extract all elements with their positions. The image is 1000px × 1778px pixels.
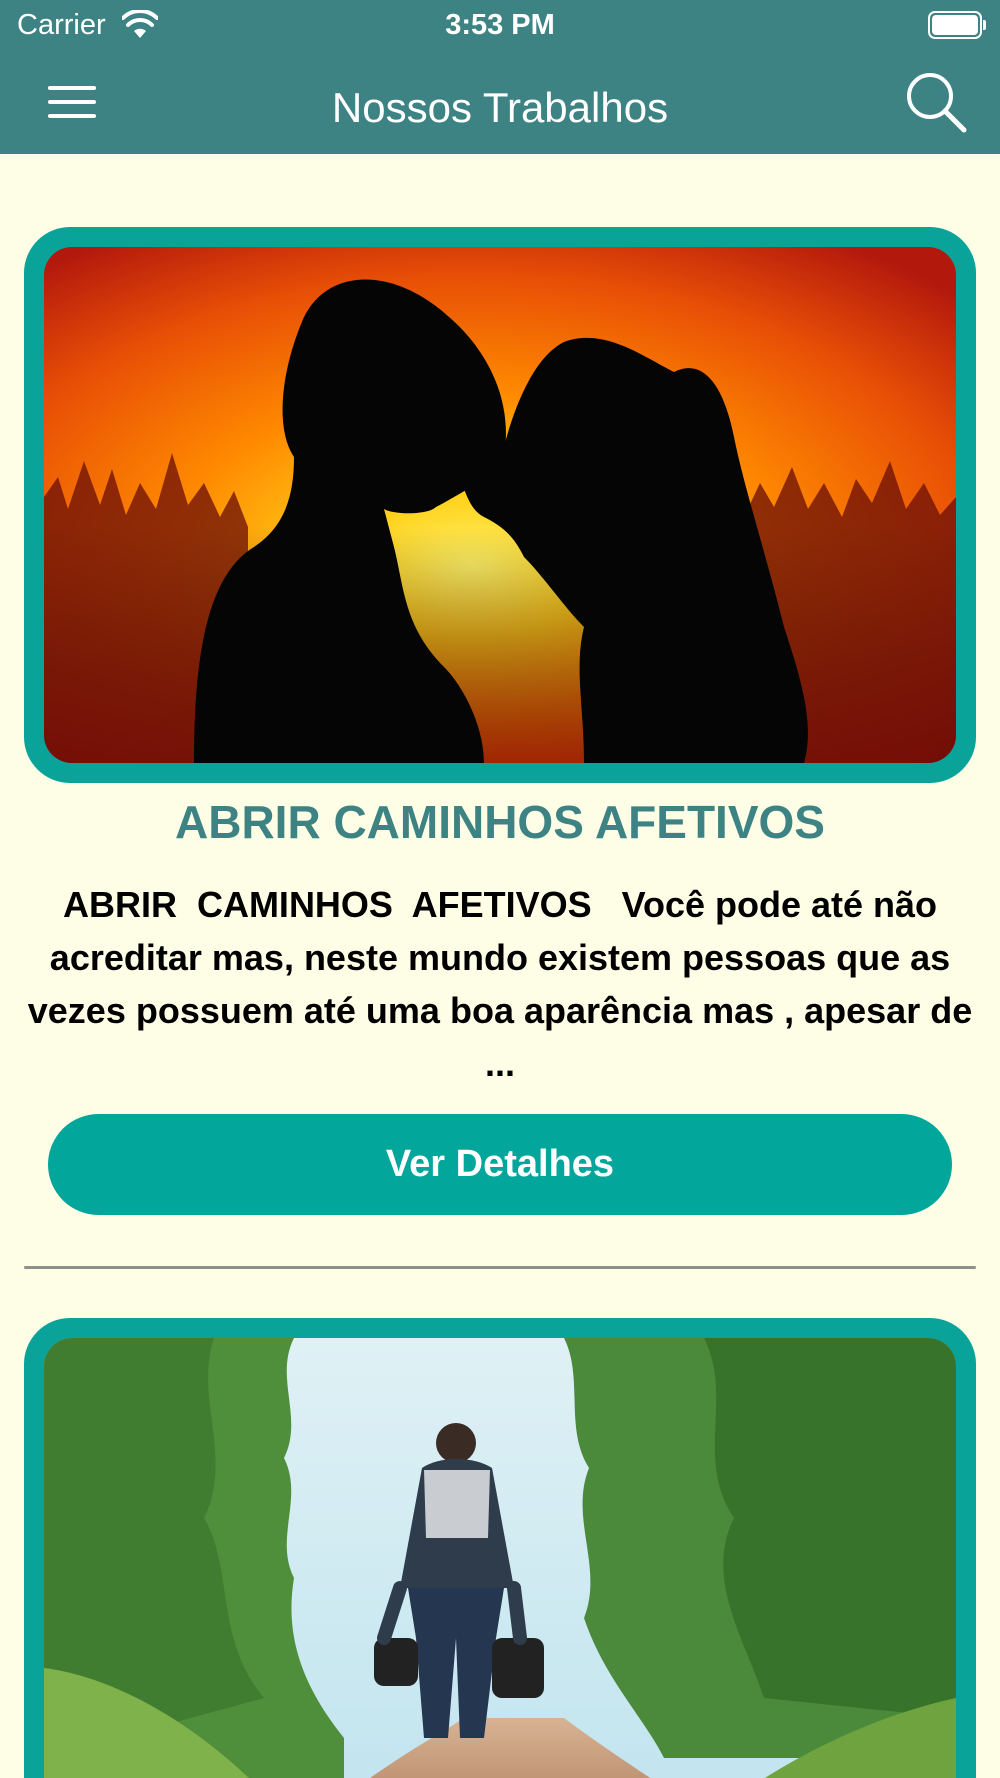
- search-button[interactable]: [902, 68, 972, 138]
- navigation-bar: Nossos Trabalhos: [0, 50, 1000, 154]
- card-divider: [24, 1266, 976, 1269]
- view-details-button[interactable]: Ver Detalhes: [48, 1114, 952, 1215]
- card-photo-man-walking-road: [44, 1338, 956, 1778]
- card-image-frame[interactable]: [24, 1318, 976, 1778]
- card-image-frame[interactable]: [24, 227, 976, 783]
- card-description: ABRIR CAMINHOS AFETIVOS Você pode até nã…: [27, 884, 983, 1084]
- search-icon: [907, 73, 967, 133]
- app-screen: Carrier 3:53 PM Nossos Trabalhos ABRIR C…: [0, 0, 1000, 1778]
- card-title: ABRIR CAMINHOS AFETIVOS: [175, 796, 825, 848]
- card-photo-couple-sunset: [44, 247, 956, 763]
- page-title: Nossos Trabalhos: [331, 84, 669, 131]
- status-bar: Carrier 3:53 PM: [0, 0, 1000, 50]
- battery-icon: [928, 11, 986, 39]
- status-time: 3:53 PM: [445, 9, 555, 41]
- header: Carrier 3:53 PM Nossos Trabalhos: [0, 0, 1000, 154]
